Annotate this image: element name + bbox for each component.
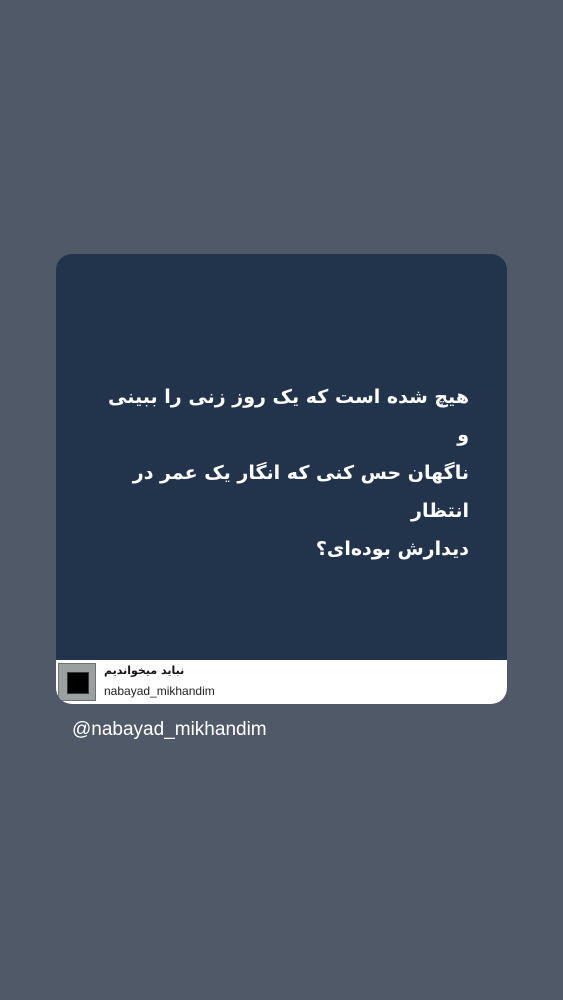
account-handle[interactable]: nabayad_mikhandim [104,684,215,698]
quote-line: دیدارش بوده‌ای؟ [315,538,469,560]
quote-area: هیچ شده است که یک روز زنی را ببینی و ناگ… [56,254,507,660]
post-card[interactable]: هیچ شده است که یک روز زنی را ببینی و ناگ… [56,254,507,704]
quote-line: ناگهان حس کنی که انگار یک عمر در انتظار [132,462,469,522]
quote-text: هیچ شده است که یک روز زنی را ببینی و ناگ… [96,378,469,568]
avatar[interactable] [58,663,96,701]
mention-sticker[interactable]: @nabayad_mikhandim [72,719,267,741]
account-name[interactable]: نباید میخواندیم [104,664,184,677]
avatar-square-icon [67,672,89,694]
quote-line: هیچ شده است که یک روز زنی را ببینی و [108,386,469,446]
post-footer[interactable]: نباید میخواندیم nabayad_mikhandim [56,660,507,704]
